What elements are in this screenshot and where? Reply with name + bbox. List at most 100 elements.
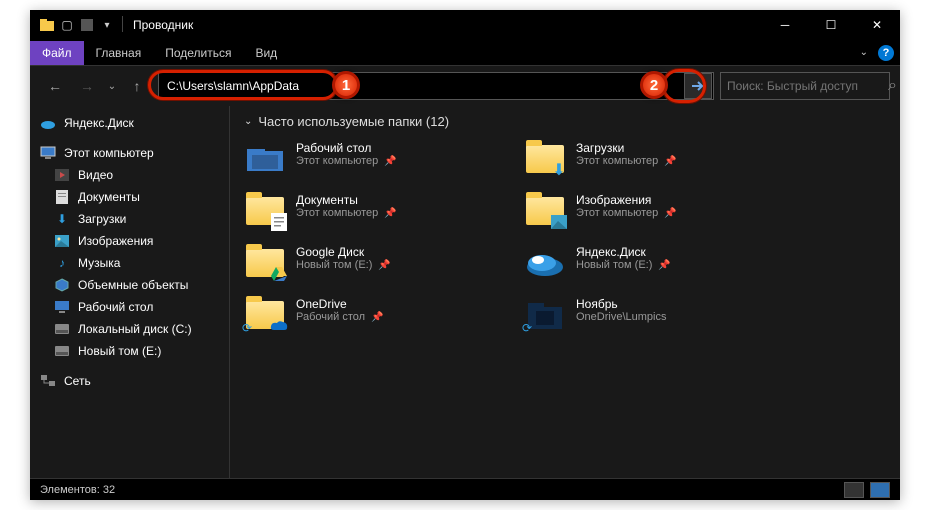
desktop-icon (54, 299, 70, 315)
nav-back-button[interactable]: ← (40, 72, 70, 100)
navbar: ← → ⌄ ↑ C:\Users\slamn\AppData ⌕ 1 2 (30, 66, 900, 106)
folder-grid: Рабочий столЭтот компьютер 📌⬇ЗагрузкиЭто… (244, 141, 886, 333)
folder-icon (244, 141, 286, 177)
folder-item[interactable]: Google ДискНовый том (E:) 📌 (244, 245, 504, 281)
qat-dropdown-icon[interactable]: ▾ (98, 16, 116, 34)
video-icon (54, 167, 70, 183)
minimize-button[interactable]: ─ (762, 10, 808, 40)
sidebar-item-documents[interactable]: Документы (30, 186, 229, 208)
folder-name: Яндекс.Диск (576, 245, 671, 259)
folder-location: Новый том (E:) 📌 (296, 259, 391, 271)
folder-name: Документы (296, 193, 397, 207)
tab-share[interactable]: Поделиться (153, 41, 243, 65)
sidebar-item-yandex[interactable]: Яндекс.Диск (30, 112, 229, 134)
search-box[interactable]: ⌕ (720, 72, 890, 100)
folder-location: Этот компьютер 📌 (296, 207, 397, 219)
sidebar-item-diskc[interactable]: Локальный диск (C:) (30, 318, 229, 340)
sidebar-item-downloads[interactable]: ⬇Загрузки (30, 208, 229, 230)
tab-view[interactable]: Вид (243, 41, 289, 65)
network-icon (40, 373, 56, 389)
tab-home[interactable]: Главная (84, 41, 154, 65)
folder-name: Рабочий стол (296, 141, 397, 155)
nav-forward-button[interactable]: → (72, 72, 102, 100)
sidebar-item-pictures[interactable]: Изображения (30, 230, 229, 252)
pin-icon: 📌 (384, 156, 396, 167)
yandex-icon (40, 115, 56, 131)
downloads-icon: ⬇ (54, 211, 70, 227)
folder-item[interactable]: ИзображенияЭтот компьютер 📌 (524, 193, 784, 229)
annotation-ring-2 (662, 69, 706, 103)
sidebar-item-music[interactable]: ♪Музыка (30, 252, 229, 274)
main-pane: ⌄ Часто используемые папки (12) Рабочий … (230, 106, 900, 478)
folder-icon (524, 245, 566, 281)
sidebar-item-thispc[interactable]: Этот компьютер (30, 142, 229, 164)
folder-item[interactable]: ⟳ НоябрьOneDrive\Lumpics (524, 297, 784, 333)
explorer-window: ▢ ▾ Проводник ─ ☐ ✕ Файл Главная Поделит… (30, 10, 900, 500)
ribbon-tabs: Файл Главная Поделиться Вид ⌄ ? (30, 40, 900, 66)
sidebar-item-video[interactable]: Видео (30, 164, 229, 186)
folder-name: Ноябрь (576, 297, 666, 311)
view-details-button[interactable] (844, 482, 864, 498)
annotation-badge-1: 1 (332, 71, 360, 99)
folder-item[interactable]: ⟳ OneDriveРабочий стол 📌 (244, 297, 504, 333)
nav-history-dropdown[interactable]: ⌄ (104, 72, 120, 100)
documents-icon (54, 189, 70, 205)
section-header[interactable]: ⌄ Часто используемые папки (12) (244, 114, 886, 129)
folder-icon (244, 245, 286, 281)
drive-icon (54, 343, 70, 359)
folder-location: Этот компьютер 📌 (296, 155, 397, 167)
status-count: Элементов: 32 (40, 484, 115, 496)
view-icons-button[interactable] (870, 482, 890, 498)
search-input[interactable] (727, 79, 882, 93)
folder-item[interactable]: ДокументыЭтот компьютер 📌 (244, 193, 504, 229)
folder-item[interactable]: Яндекс.ДискНовый том (E:) 📌 (524, 245, 784, 281)
sidebar-item-desktop[interactable]: Рабочий стол (30, 296, 229, 318)
sidebar-item-3d[interactable]: Объемные объекты (30, 274, 229, 296)
folder-location: Этот компьютер 📌 (576, 155, 677, 167)
ribbon-collapse-icon[interactable]: ⌄ (860, 47, 868, 58)
folder-icon: ⟳ (244, 297, 286, 333)
titlebar: ▢ ▾ Проводник ─ ☐ ✕ (30, 10, 900, 40)
folder-location: Новый том (E:) 📌 (576, 259, 671, 271)
sidebar-item-diske[interactable]: Новый том (E:) (30, 340, 229, 362)
pin-icon: 📌 (371, 312, 383, 323)
sync-icon: ⟳ (522, 321, 532, 335)
folder-item[interactable]: Рабочий столЭтот компьютер 📌 (244, 141, 504, 177)
folder-icon (244, 193, 286, 229)
folder-item[interactable]: ⬇ ЗагрузкиЭтот компьютер 📌 (524, 141, 784, 177)
app-icon (38, 16, 56, 34)
help-icon[interactable]: ? (878, 45, 894, 61)
pin-icon: 📌 (378, 260, 390, 271)
qat-save-icon[interactable]: ▢ (58, 16, 76, 34)
pin-icon: 📌 (664, 208, 676, 219)
status-bar: Элементов: 32 (30, 478, 900, 500)
pin-icon: 📌 (384, 208, 396, 219)
folder-name: Изображения (576, 193, 677, 207)
folder-name: OneDrive (296, 297, 384, 311)
pictures-icon (54, 233, 70, 249)
folder-name: Загрузки (576, 141, 677, 155)
folder-name: Google Диск (296, 245, 391, 259)
window-title: Проводник (133, 18, 193, 32)
annotation-badge-2: 2 (640, 71, 668, 99)
music-icon: ♪ (54, 255, 70, 271)
sidebar: Яндекс.Диск Этот компьютер Видео Докумен… (30, 106, 230, 478)
search-icon: ⌕ (888, 77, 897, 95)
folder-location: Рабочий стол 📌 (296, 311, 384, 323)
maximize-button[interactable]: ☐ (808, 10, 854, 40)
folder-icon: ⬇ (524, 141, 566, 177)
thispc-icon (40, 145, 56, 161)
pin-icon: 📌 (664, 156, 676, 167)
cube-icon (54, 277, 70, 293)
sync-icon: ⟳ (242, 321, 252, 335)
chevron-down-icon: ⌄ (244, 116, 252, 127)
drive-icon (54, 321, 70, 337)
close-button[interactable]: ✕ (854, 10, 900, 40)
folder-location: OneDrive\Lumpics (576, 311, 666, 323)
tab-file[interactable]: Файл (30, 41, 84, 65)
sidebar-item-network[interactable]: Сеть (30, 370, 229, 392)
folder-icon (524, 193, 566, 229)
folder-location: Этот компьютер 📌 (576, 207, 677, 219)
annotation-ring-1 (148, 70, 338, 100)
qat-properties-icon[interactable] (78, 16, 96, 34)
